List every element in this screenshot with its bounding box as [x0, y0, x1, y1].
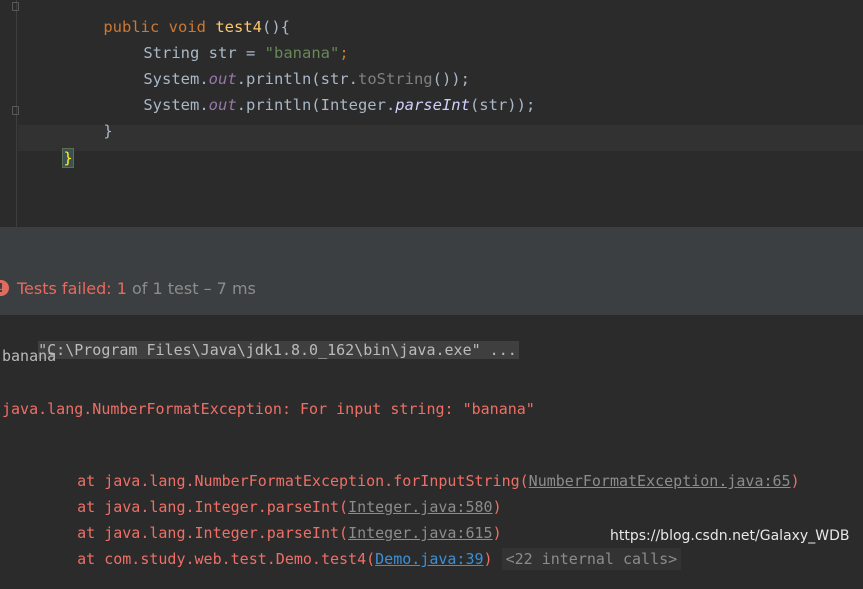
run-console[interactable]: "C:\Program Files\Java\jdk1.8.0_162\bin\…: [0, 316, 863, 570]
code-line-class-close[interactable]: }: [26, 128, 74, 188]
exception-message: java.lang.NumberFormatException: For inp…: [2, 400, 535, 418]
stack-frame-link[interactable]: Demo.java:39: [375, 550, 483, 568]
code-line-println-parseint[interactable]: System.out.println(Integer.parseInt(str)…: [106, 75, 535, 135]
console-stdout: banana: [2, 347, 57, 365]
console-command-line[interactable]: "C:\Program Files\Java\jdk1.8.0_162\bin\…: [2, 320, 519, 380]
tests-failed-label: Tests failed: 1: [17, 279, 127, 298]
test-status-text: Tests failed: 1 of 1 test – 7 ms: [17, 279, 256, 298]
stack-frame: at com.study.web.test.Demo.test4(Demo.ja…: [41, 529, 682, 589]
matched-brace: }: [62, 148, 74, 168]
tests-summary: of 1 test – 7 ms: [126, 279, 256, 298]
internal-calls-toggle[interactable]: <22 internal calls>: [501, 548, 682, 570]
test-status-bar: ! Tests failed: 1 of 1 test – 7 ms: [0, 271, 863, 316]
code-editor[interactable]: public void test4(){ String str = "banan…: [0, 0, 863, 227]
panel-separator[interactable]: [0, 227, 863, 271]
watermark: https://blog.csdn.net/Galaxy_WDB: [610, 528, 850, 544]
fold-marker-icon[interactable]: [12, 2, 19, 11]
error-icon: !: [0, 280, 9, 296]
stack-frame-link[interactable]: NumberFormatException.java:65: [529, 472, 791, 490]
fold-marker-icon[interactable]: [12, 106, 19, 115]
code-line-method-close[interactable]: }: [66, 101, 112, 161]
